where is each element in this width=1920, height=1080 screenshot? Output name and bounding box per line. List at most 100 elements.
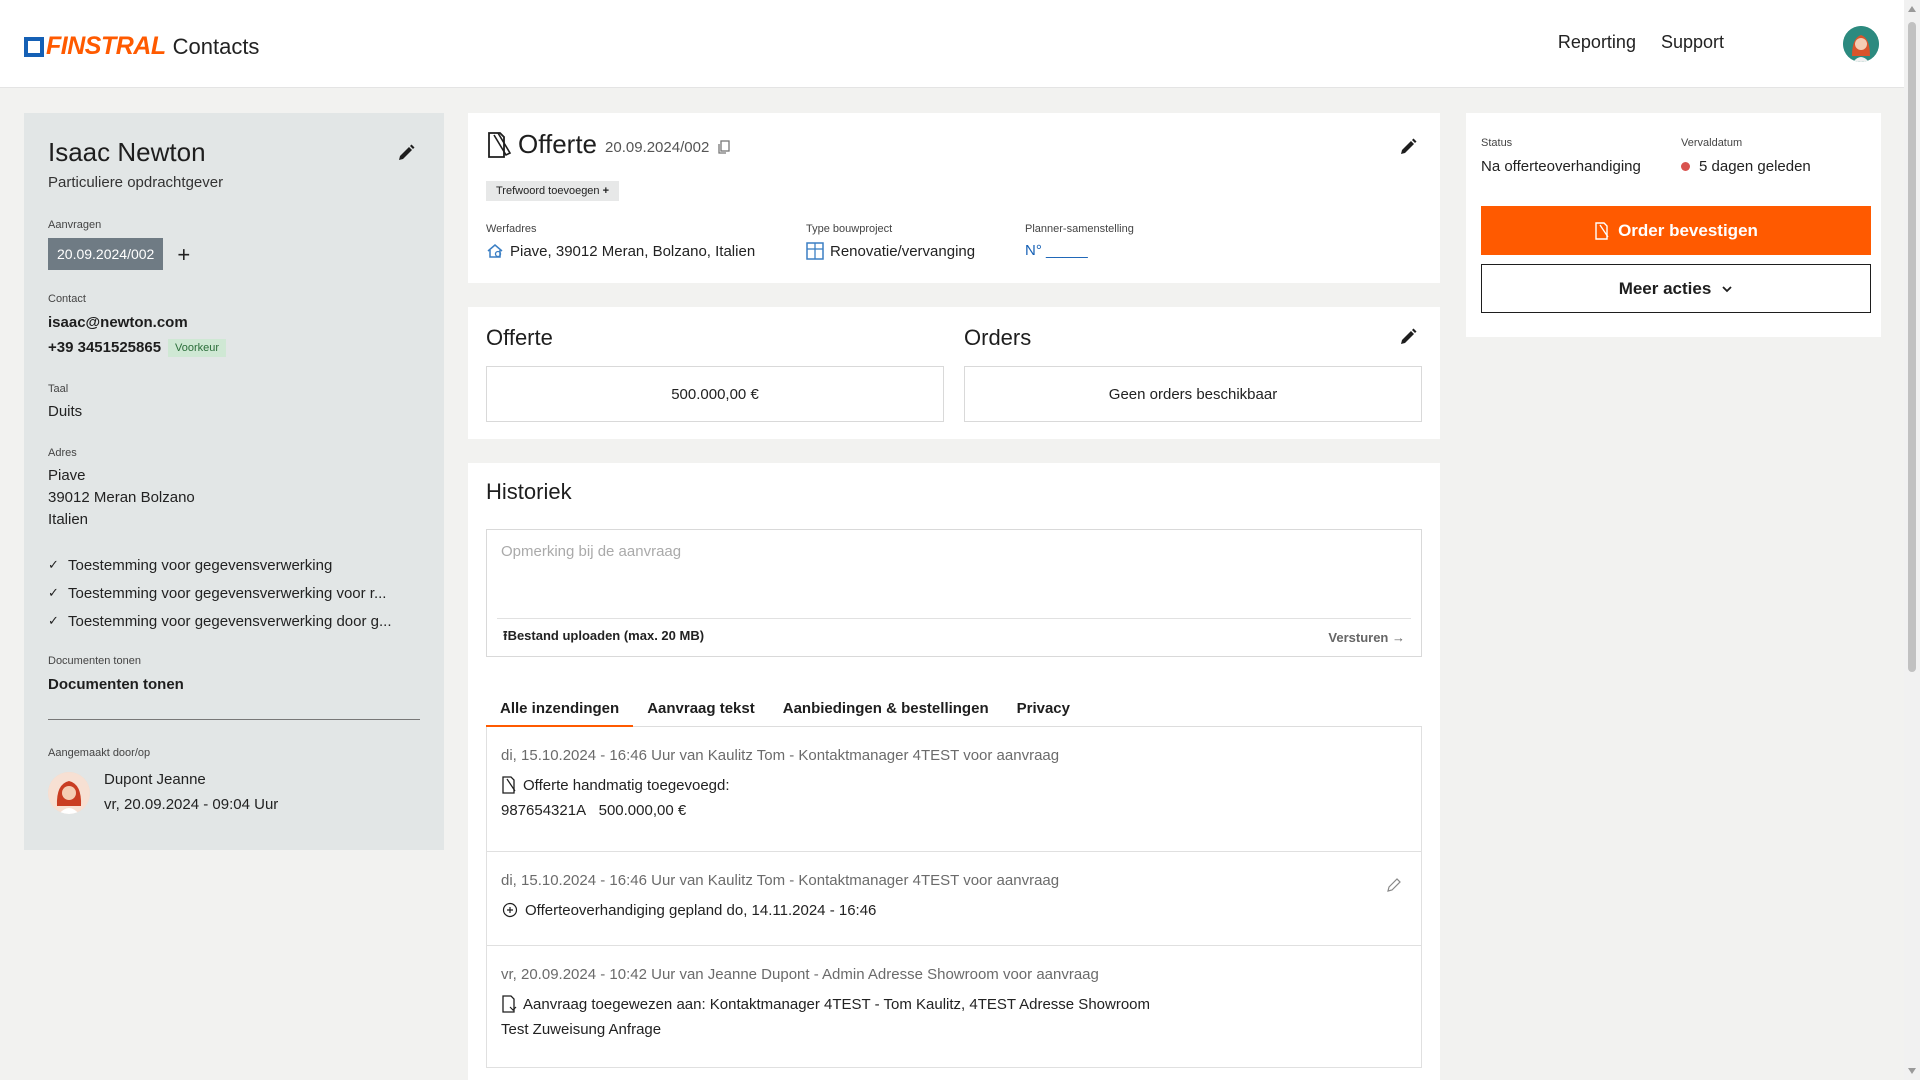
customer-type: Particuliere opdrachtgever	[48, 174, 224, 191]
page-scrollbar[interactable]	[1904, 0, 1920, 1080]
preferred-badge: Voorkeur	[168, 339, 227, 357]
user-avatar[interactable]	[1843, 26, 1879, 62]
handover-icon	[502, 902, 518, 918]
offer-card: Offerte 20.09.2024/002 Trefwoord toevoeg…	[468, 113, 1440, 283]
due-label: Vervaldatum	[1681, 137, 1743, 149]
offer-title: Offerte	[518, 129, 598, 159]
request-chip[interactable]: 20.09.2024/002	[48, 238, 164, 270]
logo-square-icon	[24, 36, 44, 57]
planner-label: Planner-samenstelling	[1025, 223, 1134, 235]
window-icon	[806, 242, 824, 260]
history-entry: di, 15.10.2024 - 16:46 Uur van Kaulitz T…	[487, 852, 1421, 946]
top-nav: Reporting Support	[1558, 32, 1724, 53]
edit-offer-icon[interactable]	[1398, 137, 1418, 157]
show-documents-link[interactable]: Documenten tonen	[48, 676, 420, 693]
planner-value[interactable]: N° _____	[1025, 242, 1134, 259]
top-bar: FINSTRAL Contacts Reporting Support	[0, 0, 1904, 88]
tab-privacy[interactable]: Privacy	[1003, 699, 1084, 727]
more-actions-button[interactable]: Meer acties	[1481, 264, 1871, 313]
site-address-icon	[487, 244, 503, 258]
tab-request-text[interactable]: Aanvraag tekst	[633, 699, 769, 727]
requests-label: Aanvragen	[48, 219, 102, 231]
order-document-icon	[1595, 221, 1609, 240]
address-label: Adres	[48, 447, 77, 460]
history-tabs: Alle inzendingen Aanvraag tekst Aanbiedi…	[486, 699, 1422, 727]
contact-label: Contact	[48, 293, 86, 305]
creator-avatar-icon	[48, 771, 90, 814]
offer-title-row: Offerte 20.09.2024/002	[486, 129, 730, 160]
requests-row: 20.09.2024/002 +	[48, 238, 420, 270]
offer-document-icon	[488, 131, 512, 158]
due-value-row: 5 dagen geleden	[1681, 158, 1811, 175]
tab-offers-orders[interactable]: Aanbiedingen & bestellingen	[769, 699, 1003, 727]
creator-info: Dupont Jeanne vr, 20.09.2024 - 09:04 Uur	[104, 769, 278, 816]
creator-name: Dupont Jeanne	[104, 771, 206, 789]
confirm-order-button[interactable]: Order bevestigen	[1481, 206, 1871, 255]
entry-line: Offerte handmatig toegevoegd:	[501, 776, 1407, 794]
copy-icon[interactable]	[718, 139, 730, 154]
offer-value-box[interactable]: 500.000,00 €	[486, 366, 944, 422]
history-title: Historiek	[486, 479, 572, 504]
chevron-down-icon	[1722, 285, 1732, 292]
customer-phone[interactable]: +39 3451525865	[48, 339, 161, 356]
customer-panel: Isaac Newton Particuliere opdrachtgever …	[24, 113, 444, 850]
offer-document-icon	[502, 776, 516, 794]
site-label: Werfadres	[486, 223, 537, 235]
creator-avatar	[48, 771, 90, 814]
plus-icon: +	[602, 185, 610, 197]
nav-reporting[interactable]: Reporting	[1558, 32, 1636, 53]
upload-file-button[interactable]: ⭱Bestand uploaden (max. 20 MB)	[503, 627, 704, 649]
entry-meta: vr, 20.09.2024 - 10:42 Uur van Jeanne Du…	[501, 966, 1099, 983]
project-type: Renovatie/vervanging	[830, 242, 976, 260]
add-request-icon[interactable]: +	[177, 242, 190, 267]
note-input-box[interactable]: Opmerking bij de aanvraag ⭱Bestand uploa…	[486, 529, 1422, 657]
site-value-row: Piave, 39012 Meran, Bolzano, Italien	[486, 242, 755, 260]
project-label: Type bouwproject	[806, 223, 893, 235]
summary-offer-title: Offerte	[486, 325, 553, 350]
edit-customer-icon[interactable]	[396, 143, 416, 163]
divider	[48, 719, 420, 721]
app-name: Contacts	[172, 33, 260, 59]
scroll-down-icon[interactable]	[1908, 1068, 1916, 1074]
check-icon: ✓	[48, 585, 59, 601]
status-label: Status	[1481, 137, 1513, 149]
brand-name: FINSTRAL	[46, 32, 166, 60]
planner-col: Planner-samenstelling N° _____	[1025, 223, 1134, 259]
overdue-dot-icon	[1681, 162, 1690, 171]
tab-all-submissions[interactable]: Alle inzendingen	[486, 699, 634, 727]
project-type-col: Type bouwproject Renovatie/vervanging	[806, 223, 975, 260]
entry-line: Offerteoverhandiging gepland do, 14.11.2…	[501, 901, 1407, 919]
consent-item: ✓ Toestemming voor gegevensverwerking	[48, 556, 333, 574]
history-card: Historiek Opmerking bij de aanvraag ⭱Bes…	[468, 463, 1440, 1080]
due-value: 5 dagen geleden	[1699, 158, 1811, 175]
nav-support[interactable]: Support	[1661, 32, 1724, 53]
consent-item: ✓ Toestemming voor gegevensverwerking doo…	[48, 612, 392, 630]
address-line: 39012 Meran Bolzano	[48, 489, 195, 507]
customer-address: Piave 39012 Meran Bolzano Italien	[48, 465, 420, 531]
address-line: Italien	[48, 511, 89, 529]
consent-item: ✓ Toestemming voor gegevensverwerking voo…	[48, 584, 387, 602]
scroll-thumb[interactable]	[1908, 22, 1916, 672]
summary-card: Offerte Orders 500.000,00 € Geen orders …	[468, 307, 1440, 439]
offer-code: 987654321A	[501, 802, 587, 819]
entry-line: Aanvraag toegewezen aan: Kontaktmanager …	[501, 995, 1407, 1013]
entry-sub: 987654321A 500.000,00 €	[501, 802, 1407, 819]
scroll-up-icon[interactable]	[1908, 6, 1916, 12]
edit-entry-icon[interactable]	[1385, 876, 1403, 894]
site-address-col: Werfadres Piave, 39012 Meran, Bolzano, I…	[486, 223, 755, 260]
arrow-right-icon: →	[1392, 630, 1405, 645]
creator-row: Dupont Jeanne vr, 20.09.2024 - 09:04 Uur	[48, 769, 420, 816]
customer-email[interactable]: isaac@newton.com	[48, 314, 420, 331]
customer-language: Duits	[48, 403, 83, 421]
summary-orders-title: Orders	[964, 325, 1032, 350]
edit-summary-icon[interactable]	[1398, 327, 1418, 347]
entry-meta: di, 15.10.2024 - 16:46 Uur van Kaulitz T…	[501, 872, 1060, 889]
history-list: di, 15.10.2024 - 16:46 Uur van Kaulitz T…	[486, 727, 1422, 1068]
consent-list: ✓ Toestemming voor gegevensverwerking ✓ To…	[48, 551, 420, 635]
finstral-logo[interactable]: FINSTRAL Contacts	[24, 32, 259, 61]
entry-sub: Test Zuweisung Anfrage	[501, 1021, 662, 1038]
add-keyword-button[interactable]: Trefwoord toevoegen +	[486, 181, 620, 201]
send-button[interactable]: Versturen →	[1328, 630, 1405, 645]
project-value-row: Renovatie/vervanging	[806, 242, 975, 260]
offer-amount: 500.000,00 €	[598, 802, 687, 819]
